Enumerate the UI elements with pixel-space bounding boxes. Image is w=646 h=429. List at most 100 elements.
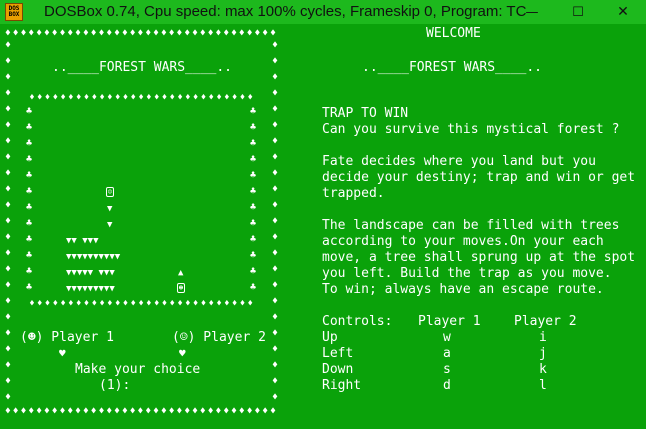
board-diamond-icon: ♦ — [114, 93, 121, 103]
border-diamond-icon: ♦ — [4, 200, 12, 211]
border-diamond-icon: ♦ — [51, 28, 58, 39]
border-diamond-icon: ♦ — [67, 406, 74, 417]
border-diamond-icon: ♦ — [271, 120, 279, 131]
border-diamond-icon: ♦ — [207, 28, 214, 39]
border-diamond-icon: ♦ — [4, 280, 12, 291]
para1-line-3: trapped. — [322, 186, 385, 201]
board-border-bottom: ♦ ♦ ♦ ♦ ♦ ♦ ♦ ♦ ♦ ♦ ♦ ♦ ♦ ♦ ♦ ♦ ♦ ♦ ♦ ♦ ♦ ♦ ♦ ♦ ♦ ♦ ♦ ♦ ♦ — [28, 299, 254, 309]
border-diamond-icon: ♦ — [121, 406, 128, 417]
border-diamond-icon: ♦ — [230, 406, 238, 417]
outer-border-right: ♦ ♦ ♦ ♦ ♦ ♦ ♦ ♦ ♦ ♦ ♦ ♦ ♦ ♦ ♦ ♦ ♦ ♦ ♦ ♦ ♦ ♦ ♦ — [271, 38, 279, 406]
border-diamond-icon: ♦ — [262, 28, 269, 39]
board-diamond-icon: ♦ — [153, 299, 160, 309]
controls-header-player1: Player 1 — [418, 314, 481, 329]
board-diamond-icon: ♦ — [107, 93, 113, 103]
border-diamond-icon: ♦ — [262, 406, 269, 417]
board-diamond-icon: ♦ — [29, 299, 35, 309]
board-diamond-icon: ♦ — [247, 299, 253, 309]
board-diamond-icon: ♦ — [60, 93, 66, 103]
board-diamond-icon: ♦ — [146, 93, 152, 103]
border-diamond-icon: ♦ — [238, 406, 245, 417]
board-club-icon: ♣ — [250, 234, 257, 245]
dos-screen[interactable]: ♦ ♦ ♦ ♦ ♦ ♦ ♦ ♦ ♦ ♦ ♦ ♦ ♦ ♦ ♦ ♦ ♦ ♦ ♦ ♦ ♦ ♦ ♦ ♦ ♦ ♦ ♦ ♦ ♦ ♦ ♦ ♦ ♦ ♦ ♦ ♦ ♦ ♦ ♦… — [0, 24, 646, 429]
board-club-icon: ♣ — [250, 250, 257, 261]
border-diamond-icon: ♦ — [12, 406, 19, 417]
board-club-icon: ♣ — [250, 138, 257, 149]
border-diamond-icon: ♦ — [43, 406, 50, 417]
control-down-p1-key: s — [443, 362, 451, 377]
border-diamond-icon: ♦ — [4, 406, 11, 417]
heart-icon-player-1: ♥ — [59, 347, 66, 360]
border-diamond-icon: ♦ — [153, 28, 160, 39]
border-diamond-icon: ♦ — [12, 28, 19, 39]
board-diamond-icon: ♦ — [91, 93, 97, 103]
border-diamond-icon: ♦ — [145, 406, 152, 417]
dosbox-app-icon[interactable]: DOS BOX — [5, 3, 23, 21]
border-diamond-icon: ♦ — [184, 406, 191, 417]
board-club-icon: ♣ — [26, 282, 33, 293]
border-diamond-icon: ♦ — [184, 28, 191, 39]
control-left-label: Left — [322, 346, 354, 361]
up-arrow-icon: ▲ — [178, 268, 184, 278]
border-diamond-icon: ♦ — [28, 406, 35, 417]
board-diamond-icon: ♦ — [146, 299, 152, 309]
control-up-p1-key: w — [443, 330, 451, 345]
board-club-icon: ♣ — [26, 266, 33, 277]
border-diamond-icon: ♦ — [106, 28, 113, 39]
board-diamond-icon: ♦ — [153, 93, 160, 103]
board-diamond-icon: ♦ — [68, 93, 74, 103]
border-diamond-icon: ♦ — [238, 28, 245, 39]
border-diamond-icon: ♦ — [90, 406, 97, 417]
close-button[interactable]: ✕ — [600, 0, 646, 24]
border-diamond-icon: ♦ — [215, 406, 222, 417]
board-club-icon: ♣ — [26, 186, 33, 197]
border-diamond-icon: ♦ — [246, 28, 253, 39]
choice-input[interactable]: (1): — [99, 378, 130, 394]
minimize-icon: — — [525, 4, 539, 20]
app-icon-bottom-text: BOX — [8, 11, 20, 18]
maximize-button[interactable]: ☐ — [555, 0, 601, 24]
minimize-button[interactable]: — — [509, 0, 555, 24]
board-diamond-icon: ♦ — [177, 93, 183, 103]
border-diamond-icon: ♦ — [98, 406, 105, 417]
border-diamond-icon: ♦ — [271, 184, 279, 195]
board-club-icon: ♣ — [26, 154, 33, 165]
border-diamond-icon: ♦ — [271, 264, 279, 275]
border-diamond-icon: ♦ — [4, 104, 12, 115]
control-down-p2-key: k — [539, 362, 547, 377]
window-titlebar[interactable]: DOS BOX DOSBox 0.74, Cpu speed: max 100%… — [0, 0, 646, 24]
border-diamond-icon: ♦ — [4, 28, 11, 39]
player-2-label: (☺) Player 2 — [172, 330, 266, 345]
board-diamond-icon: ♦ — [75, 93, 82, 103]
board-diamond-icon: ♦ — [130, 299, 136, 309]
control-right-label: Right — [322, 378, 362, 393]
control-left-p1-key: a — [443, 346, 451, 361]
border-diamond-icon: ♦ — [176, 28, 183, 39]
control-left-p2-key: j — [539, 346, 547, 361]
border-diamond-icon: ♦ — [67, 28, 74, 39]
border-diamond-icon: ♦ — [137, 406, 144, 417]
border-diamond-icon: ♦ — [4, 376, 12, 387]
border-diamond-icon: ♦ — [4, 168, 12, 179]
board-diamond-icon: ♦ — [122, 93, 129, 103]
border-diamond-icon: ♦ — [271, 312, 279, 323]
maximize-icon: ☐ — [572, 4, 584, 20]
tree-single-1: ▼ — [107, 204, 113, 214]
tree-row-1: ▼▼ ▼▼▼ — [66, 236, 99, 246]
outer-border-left: ♦ ♦ ♦ ♦ ♦ ♦ ♦ ♦ ♦ ♦ ♦ ♦ ♦ ♦ ♦ ♦ ♦ ♦ ♦ ♦ ♦ ♦ ♦ — [4, 38, 12, 406]
border-diamond-icon: ♦ — [82, 28, 89, 39]
border-diamond-icon: ♦ — [82, 406, 89, 417]
para1-line-2: decide your destiny; trap and win or get — [322, 170, 636, 185]
control-up-p2-key: i — [539, 330, 547, 345]
board-diamond-icon: ♦ — [52, 299, 58, 309]
board-diamond-icon: ♦ — [239, 93, 246, 103]
board-diamond-icon: ♦ — [169, 299, 175, 309]
border-diamond-icon: ♦ — [271, 72, 279, 83]
border-diamond-icon: ♦ — [145, 28, 152, 39]
border-diamond-icon: ♦ — [271, 328, 279, 339]
border-diamond-icon: ♦ — [207, 406, 214, 417]
left-game-title: ..____FOREST WARS____.. — [52, 60, 233, 75]
para1-line-1: Fate decides where you land but you — [322, 154, 596, 169]
board-diamond-icon: ♦ — [52, 93, 58, 103]
board-diamond-icon: ♦ — [83, 93, 90, 103]
